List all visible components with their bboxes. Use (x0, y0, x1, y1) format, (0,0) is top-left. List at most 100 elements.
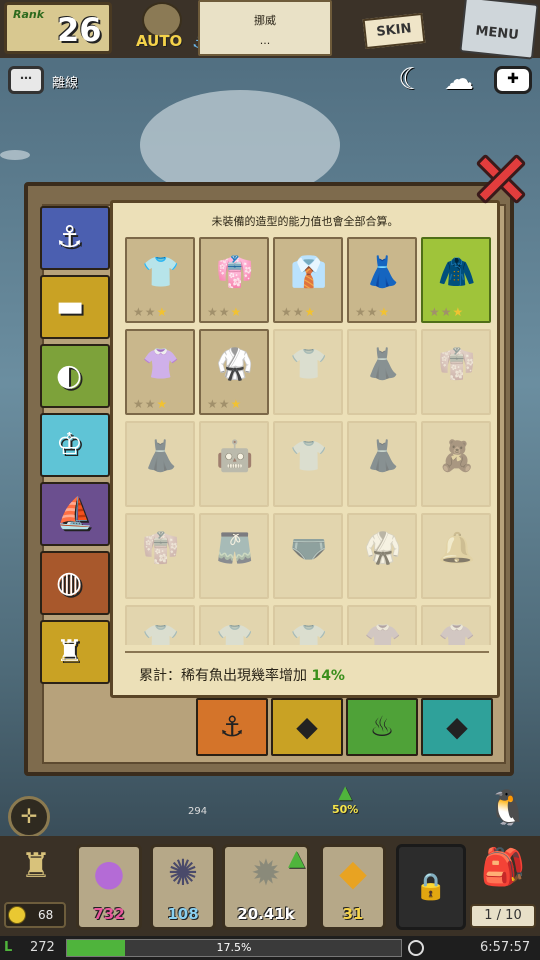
outfit-icon: 👕 (290, 623, 328, 645)
star-icon: ★ (218, 397, 231, 411)
boost-indicator: ▲ 50% (332, 782, 358, 816)
costume-item[interactable]: 👔 ★★★ (273, 237, 343, 323)
lock-icon: 🔒 (414, 872, 448, 902)
resource-gold[interactable]: ◆ 31 (320, 844, 386, 930)
star-icon: ★ (378, 305, 391, 319)
star-rating: ★★★ (429, 305, 464, 319)
costume-item[interactable]: 👚 ★★★ (125, 329, 195, 415)
gem-icon: ◆ (446, 710, 468, 743)
costume-item[interactable]: 👗 (125, 421, 195, 507)
star-rating: ★★★ (133, 305, 168, 319)
equip-gem[interactable]: ◆ (421, 698, 493, 756)
depth-value: 294 (188, 806, 208, 817)
costume-item[interactable]: 👕 (273, 421, 343, 507)
lantern-icon[interactable]: ♜ (8, 846, 64, 906)
resource-value: 732 (93, 905, 125, 923)
backpack-icon[interactable]: 🎒 (470, 846, 536, 904)
boat-icon: ⛵ (56, 496, 94, 531)
outfit-icon: 🩲 (290, 531, 328, 566)
costume-item[interactable]: 🧥 ★★★ (421, 237, 491, 323)
compass-icon[interactable]: ✛ (8, 796, 50, 838)
tab-boat[interactable]: ⛵ (40, 482, 110, 546)
outfit-icon: 👕 (290, 439, 328, 474)
time-value: 6:57:57 (480, 940, 531, 955)
costume-item[interactable]: 🧸 (421, 421, 491, 507)
costume-icon: 👗 (359, 249, 407, 297)
equip-bucket[interactable]: ◆ (271, 698, 343, 756)
costume-item[interactable]: 🩳 (199, 513, 269, 599)
costume-item[interactable]: 👘 (125, 513, 195, 599)
star-icon: ★ (218, 305, 231, 319)
spray-icon: ♨ (369, 710, 395, 743)
tab-outfit[interactable]: ♔ (40, 413, 110, 477)
bag-count: 1 / 10 (470, 904, 536, 928)
close-button[interactable] (468, 146, 532, 210)
outfit-icon: 🔔 (438, 531, 476, 566)
costume-item[interactable]: 🔔 (421, 513, 491, 599)
chat-icon[interactable]: ⋯ (8, 66, 44, 94)
costume-icon: 👗 (359, 341, 407, 389)
costume-item[interactable]: 🥋 ★★★ (199, 329, 269, 415)
auto-button[interactable]: AUTO (132, 2, 194, 54)
tab-rod[interactable]: ⚓ (40, 206, 110, 270)
outfit-icon: 🧸 (438, 439, 476, 474)
resource-orb[interactable]: ● 732 (76, 844, 142, 930)
costume-item[interactable]: 👕 (199, 605, 269, 645)
star-rating: ★★★ (133, 397, 168, 411)
costume-icon: 👘 (211, 249, 259, 297)
star-icon: ★ (292, 305, 305, 319)
costume-item[interactable]: 👗 (347, 329, 417, 415)
cloud-upload-icon[interactable]: ☁ (444, 62, 474, 97)
costume-icon: 👘 (137, 525, 185, 573)
star-icon: ★ (366, 305, 379, 319)
costume-item[interactable]: 👕 (273, 605, 343, 645)
costume-item[interactable]: 👘 ★★★ (199, 237, 269, 323)
costume-item[interactable]: 👘 (421, 329, 491, 415)
costume-icon: 🩳 (211, 525, 259, 573)
outfit-icon: 👘 (438, 347, 476, 382)
costume-icon: 👕 (211, 617, 259, 645)
costume-icon: 🥋 (359, 525, 407, 573)
costume-grid[interactable]: 👕 ★★★ 👘 ★★★ 👔 ★★★ 👗 ★★★ 🧥 ★★★ 👚 ★★★ 🥋 ★★★ 👕 👗 👘 👗 🤖 👕 👗 🧸 👘 🩳 🩲 🥋… (123, 235, 493, 645)
gamepad-icon[interactable]: ✚ (494, 66, 532, 94)
costume-item[interactable]: 👚 (347, 605, 417, 645)
star-icon: ★ (452, 305, 465, 319)
tab-hair[interactable]: ◐ (40, 344, 110, 408)
bucket-icon: ◆ (296, 710, 318, 743)
star-icon: ★ (133, 397, 145, 411)
star-rating: ★★★ (207, 397, 242, 411)
tab-hat[interactable]: ▬ (40, 275, 110, 339)
outfit-icon: 👕 (216, 623, 254, 645)
costume-item[interactable]: 👕 (273, 329, 343, 415)
outfit-icon: 👚 (364, 623, 402, 645)
tab-bag[interactable]: ◍ (40, 551, 110, 615)
equip-hook[interactable]: ⚓ (196, 698, 268, 756)
moon-icon[interactable]: ☾ (398, 62, 425, 97)
costume-item[interactable]: 🩲 (273, 513, 343, 599)
outfit-icon: 👗 (364, 439, 402, 474)
tab-lantern[interactable]: ♜ (40, 620, 110, 684)
locked-slot[interactable]: 🔒 (396, 844, 466, 930)
star-icon: ★ (355, 305, 367, 319)
status-bar: L 272 17.5% 6:57:57 (0, 936, 540, 960)
resource-web[interactable]: ✺ 108 (150, 844, 216, 930)
equip-spray[interactable]: ♨ (346, 698, 418, 756)
costume-item[interactable]: 🥋 (347, 513, 417, 599)
costume-item[interactable]: 👕 (125, 605, 195, 645)
costume-icon: 🔔 (433, 525, 481, 573)
costume-item[interactable]: 👗 ★★★ (347, 237, 417, 323)
star-icon: ★ (429, 305, 441, 319)
costume-icon: 🤖 (211, 433, 259, 481)
skin-button[interactable]: SKIN (358, 0, 430, 56)
location-scroll[interactable]: 挪威 ... (198, 0, 332, 56)
costume-item[interactable]: 👗 (347, 421, 417, 507)
costume-item[interactable]: 👚 (421, 605, 491, 645)
costume-item[interactable]: 👕 ★★★ (125, 237, 195, 323)
menu-button[interactable]: MENU (459, 0, 539, 60)
costume-icon: 👚 (359, 617, 407, 645)
costume-item[interactable]: 🤖 (199, 421, 269, 507)
costume-icon: 👚 (433, 617, 481, 645)
coin-icon (8, 906, 26, 924)
penguin-icon[interactable]: 🐧 (484, 788, 532, 836)
outfit-icon: 🤖 (216, 439, 254, 474)
